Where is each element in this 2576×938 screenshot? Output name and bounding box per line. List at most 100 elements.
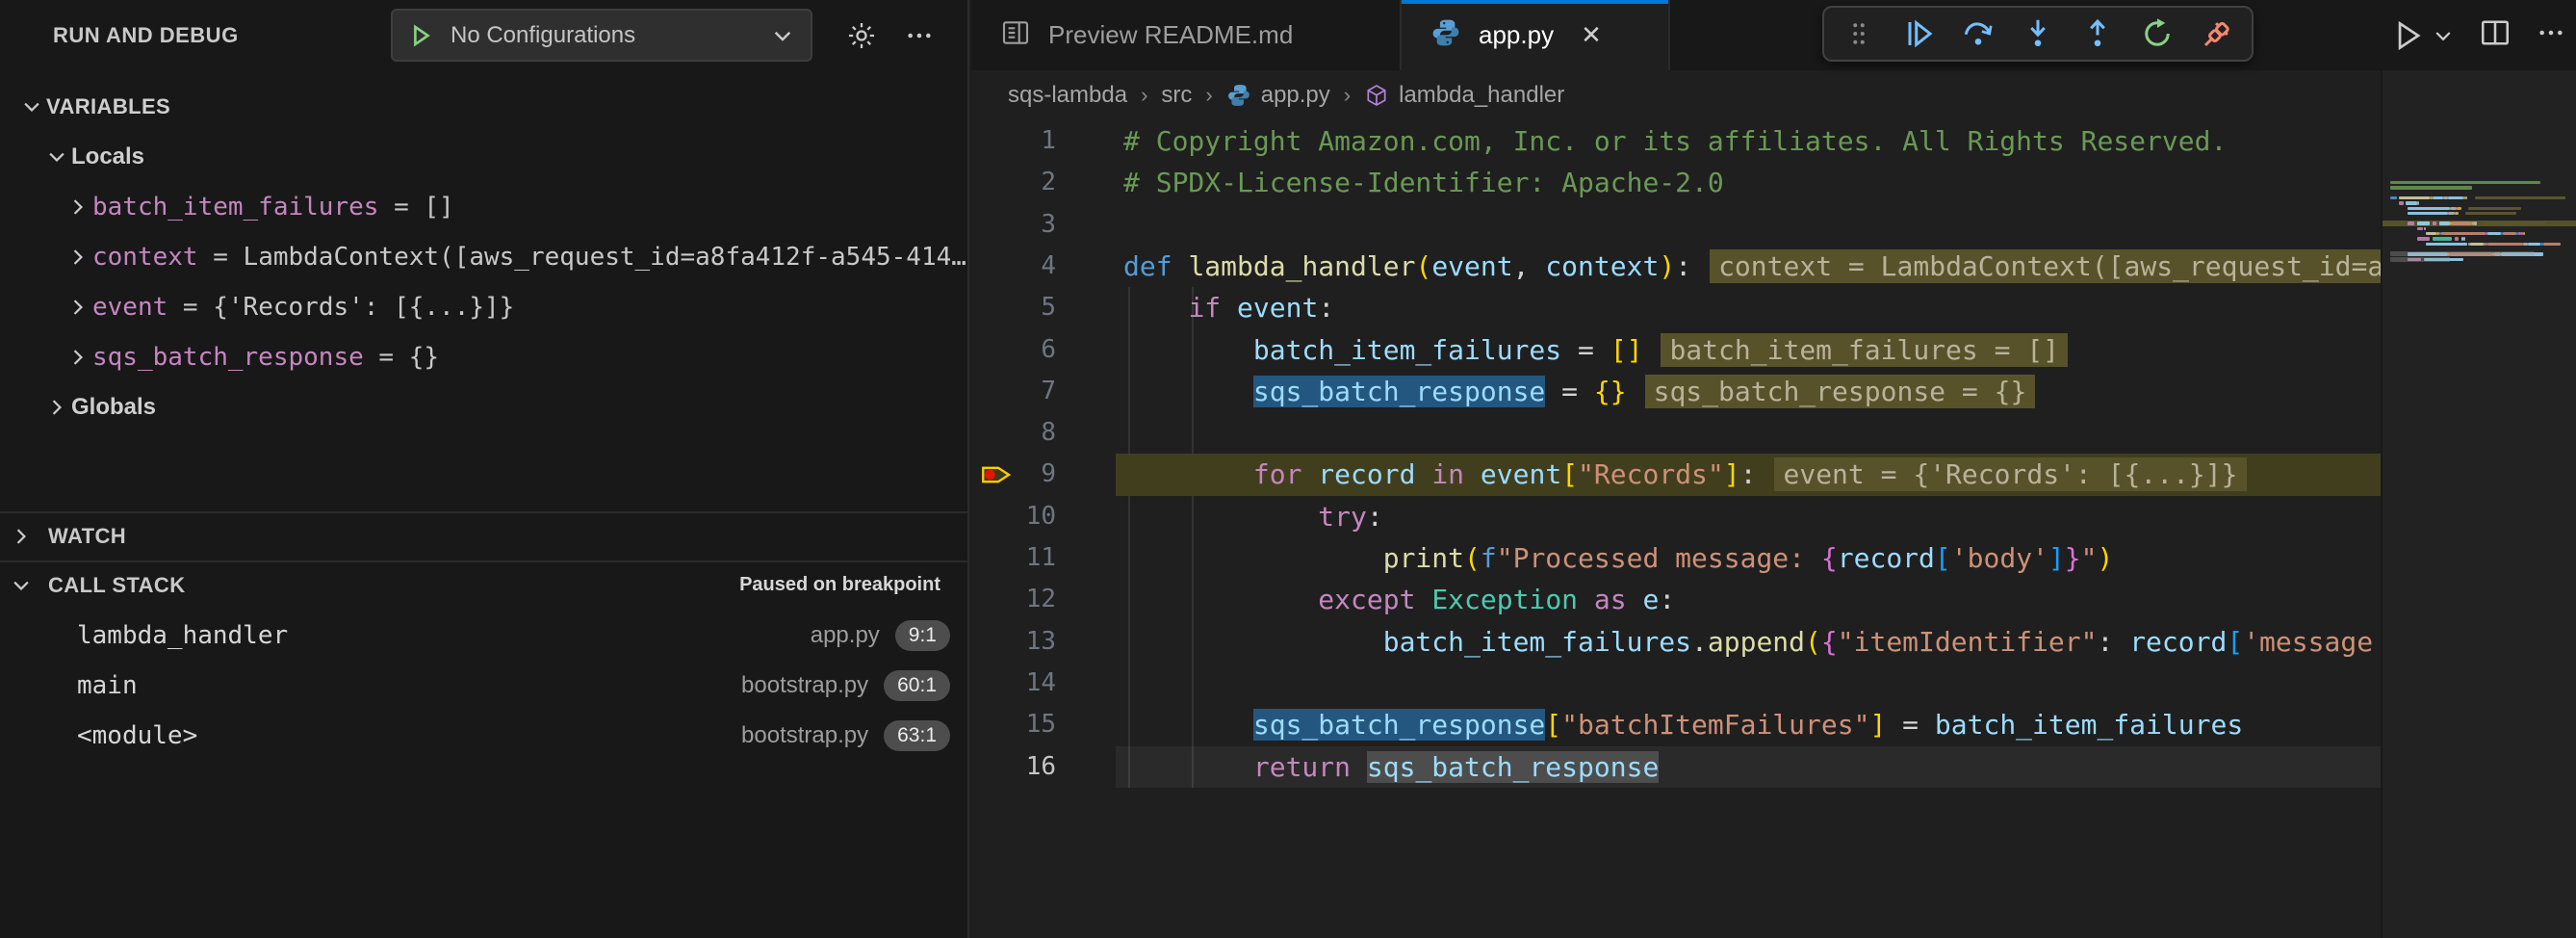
- variable-row[interactable]: sqs_batch_response = {}: [0, 332, 967, 382]
- panel-title-bar: RUN AND DEBUG No Configurations: [0, 0, 967, 70]
- chevron-right-icon: [0, 526, 42, 547]
- minimap-code-mark: [2487, 232, 2501, 235]
- frame-name: main: [77, 671, 741, 700]
- code-line-9[interactable]: 9 for record in event["Records"]:event =…: [971, 454, 2381, 495]
- step-over-button[interactable]: [1953, 9, 2003, 59]
- breadcrumb-item-folder[interactable]: sqs-lambda: [1008, 82, 1127, 109]
- variable-row[interactable]: context = LambdaContext([aws_request_id=…: [0, 232, 967, 282]
- editor-group: Preview README.md app.py ✕: [971, 0, 2576, 938]
- line-number: 2: [991, 162, 1056, 203]
- code-line-5[interactable]: 5 if event:: [971, 287, 2381, 328]
- code-line-8[interactable]: 8: [971, 412, 2381, 454]
- close-icon[interactable]: ✕: [1581, 20, 1602, 50]
- code-text: sqs_batch_response = {}sqs_batch_respons…: [1123, 371, 2035, 412]
- frame-position-badge: 60:1: [884, 670, 950, 701]
- breadcrumb: sqs-lambda › src › app.py ›: [971, 70, 2576, 120]
- code-line-4[interactable]: 4def lambda_handler(event, context):cont…: [971, 246, 2381, 287]
- python-icon: [1226, 83, 1251, 108]
- step-out-button[interactable]: [2073, 9, 2123, 59]
- minimap-code-mark: [2450, 207, 2457, 210]
- markdown-preview-icon: [1000, 17, 1031, 53]
- code-text: for record in event["Records"]:event = {…: [1123, 454, 2247, 495]
- watch-section-header[interactable]: WATCH: [0, 511, 967, 560]
- code-text: print(f"Processed message: {record['body…: [1123, 537, 2113, 579]
- code-text: return sqs_batch_response: [1123, 746, 1659, 788]
- code-line-6[interactable]: 6 batch_item_failures = []batch_item_fai…: [971, 329, 2381, 371]
- run-python-file-button[interactable]: [2389, 17, 2455, 54]
- variable-row[interactable]: batch_item_failures = []: [0, 182, 967, 232]
- breadcrumb-item-file[interactable]: app.py: [1226, 82, 1330, 109]
- code-text: if event:: [1123, 287, 1334, 328]
- toolbar-drag-handle[interactable]: [1834, 9, 1884, 59]
- split-editor-button[interactable]: [2478, 15, 2512, 55]
- line-number: 11: [991, 537, 1056, 579]
- code-line-3[interactable]: 3: [971, 204, 2381, 246]
- stack-frame-row[interactable]: lambda_handlerapp.py9:1: [0, 611, 967, 661]
- minimap-code-mark: [2390, 196, 2397, 199]
- minimap-inline-value-mark: [2475, 196, 2565, 199]
- settings-gear-icon[interactable]: [836, 0, 888, 70]
- inline-debug-value: sqs_batch_response = {}: [1645, 375, 2036, 408]
- scope-row-locals[interactable]: Locals: [0, 132, 967, 182]
- start-debug-icon[interactable]: [406, 21, 435, 50]
- paused-status-text: Paused on breakpoint: [739, 560, 940, 609]
- code-line-10[interactable]: 10 try:: [971, 496, 2381, 537]
- breadcrumb-item-symbol[interactable]: lambda_handler: [1364, 82, 1564, 109]
- continue-button[interactable]: [1893, 9, 1944, 59]
- code-line-16[interactable]: 16 return sqs_batch_response: [971, 746, 2381, 788]
- debug-config-dropdown[interactable]: No Configurations: [391, 9, 812, 62]
- more-actions-button[interactable]: [2536, 17, 2566, 53]
- line-number: 13: [991, 621, 1056, 663]
- vscode-window: RUN AND DEBUG No Configurations: [0, 0, 2576, 938]
- scope-row-globals[interactable]: Globals: [0, 382, 967, 432]
- minimap-code-mark: [2463, 237, 2465, 240]
- variables-section-header[interactable]: VARIABLES: [0, 82, 967, 132]
- minimap-inline-value-mark: [2484, 221, 2545, 224]
- minimap-inline-value-mark: [2465, 212, 2516, 215]
- stack-frame-row[interactable]: mainbootstrap.py 60:1: [0, 661, 967, 711]
- minimap-code-mark: [2543, 243, 2561, 246]
- frame-file: bootstrap.py: [741, 672, 868, 699]
- code-line-14[interactable]: 14: [971, 663, 2381, 704]
- minimap-code-mark: [2448, 196, 2463, 199]
- minimap-code-mark: [2457, 207, 2461, 210]
- variable-row[interactable]: event = {'Records': [{...}]}: [0, 282, 967, 332]
- scope-label: Locals: [71, 143, 144, 170]
- more-actions-icon[interactable]: [893, 0, 945, 70]
- variable-name: context: [92, 243, 198, 272]
- tab-app-py[interactable]: app.py ✕: [1402, 0, 1670, 70]
- code-text: batch_item_failures = []batch_item_failu…: [1123, 329, 2068, 371]
- code-editor[interactable]: 1# Copyright Amazon.com, Inc. or its aff…: [971, 120, 2576, 938]
- code-text: except Exception as e:: [1123, 579, 1675, 620]
- code-line-2[interactable]: 2# SPDX-License-Identifier: Apache-2.0: [971, 162, 2381, 203]
- breadcrumb-item-folder[interactable]: src: [1161, 82, 1192, 109]
- step-into-button[interactable]: [2013, 9, 2063, 59]
- editor-tab-bar: Preview README.md app.py ✕: [971, 0, 2576, 70]
- minimap[interactable]: [2381, 70, 2576, 938]
- stack-frame-row[interactable]: <module>bootstrap.py63:1: [0, 711, 967, 761]
- code-line-15[interactable]: 15 sqs_batch_response["batchItemFailures…: [971, 704, 2381, 745]
- line-number: 16: [991, 746, 1056, 788]
- breadcrumb-separator: ›: [1344, 83, 1351, 108]
- frame-position-badge: 63:1: [884, 720, 950, 751]
- chevron-right-icon: [64, 247, 92, 268]
- code-line-12[interactable]: 12 except Exception as e:: [971, 579, 2381, 620]
- code-line-13[interactable]: 13 batch_item_failures.append({"itemIden…: [971, 621, 2381, 663]
- minimap-code-mark: [2433, 196, 2444, 199]
- code-line-7[interactable]: 7 sqs_batch_response = {}sqs_batch_respo…: [971, 371, 2381, 412]
- minimap-code-mark: [2417, 221, 2431, 224]
- symbol-method-icon: [1364, 83, 1389, 108]
- python-icon: [1430, 17, 1461, 53]
- tab-preview-readme[interactable]: Preview README.md: [971, 0, 1402, 70]
- run-and-debug-panel: RUN AND DEBUG No Configurations: [0, 0, 969, 938]
- minimap-code-mark: [2433, 221, 2437, 224]
- chevron-right-icon: [64, 196, 92, 218]
- restart-button[interactable]: [2132, 9, 2182, 59]
- code-line-11[interactable]: 11 print(f"Processed message: {record['b…: [971, 537, 2381, 579]
- debug-config-label: No Configurations: [451, 22, 770, 49]
- code-line-1[interactable]: 1# Copyright Amazon.com, Inc. or its aff…: [971, 120, 2381, 162]
- disconnect-button[interactable]: [2192, 9, 2242, 59]
- code-text: def lambda_handler(event, context):conte…: [1123, 246, 2381, 287]
- breadcrumb-separator: ›: [1141, 83, 1147, 108]
- minimap-code-mark: [2441, 232, 2486, 235]
